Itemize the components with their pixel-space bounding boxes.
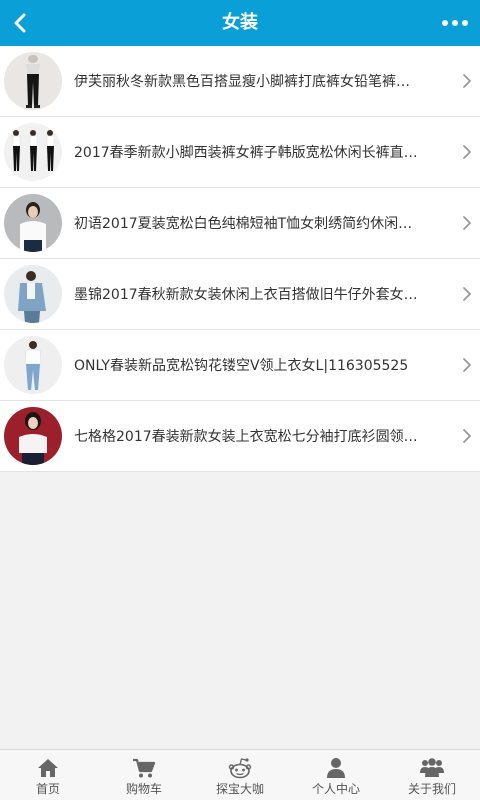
tab-label: 个人中心: [311, 782, 360, 796]
product-item[interactable]: 初语2017夏装宽松白色纯棉短袖T恤女刺绣简约休闲…: [0, 188, 480, 259]
tab-label: 购物车: [125, 782, 162, 796]
product-thumbnail: [4, 265, 62, 323]
product-thumbnail: [4, 194, 62, 252]
product-thumbnail: [4, 407, 62, 465]
chevron-right-icon: [463, 74, 471, 88]
product-title: 2017春季新款小脚西装裤女裤子韩版宽松休闲长裤直…: [74, 145, 418, 161]
header-bar: 女装: [0, 0, 480, 46]
tab-home[interactable]: 首页: [0, 750, 96, 800]
bottom-tab-bar: 首页 购物车 探宝大咖 个人中心 关于我们: [0, 749, 480, 800]
user-icon: [327, 758, 345, 778]
product-title: 墨锦2017春秋新款女装休闲上衣百搭做旧牛仔外套女…: [74, 287, 418, 303]
product-item[interactable]: 2017春季新款小脚西装裤女裤子韩版宽松休闲长裤直…: [0, 117, 480, 188]
back-button[interactable]: [0, 0, 40, 46]
tab-discover[interactable]: 探宝大咖: [192, 750, 288, 800]
product-title: 初语2017夏装宽松白色纯棉短袖T恤女刺绣简约休闲…: [74, 216, 413, 232]
tab-cart[interactable]: 购物车: [96, 750, 192, 800]
group-icon: [420, 758, 444, 777]
chevron-right-icon: [463, 287, 471, 301]
more-dots-icon: [442, 20, 468, 26]
reddit-alien-icon: [228, 758, 252, 779]
product-thumbnail: [4, 123, 62, 181]
tab-about[interactable]: 关于我们: [384, 750, 480, 800]
product-item[interactable]: 墨锦2017春秋新款女装休闲上衣百搭做旧牛仔外套女…: [0, 259, 480, 330]
tab-profile[interactable]: 个人中心: [288, 750, 384, 800]
product-title: ONLY春装新品宽松钩花镂空V领上衣女L|116305525: [74, 358, 409, 374]
page-title: 女装: [222, 12, 258, 33]
product-item[interactable]: 伊芙丽秋冬新款黑色百搭显瘦小脚裤打底裤女铅笔裤…: [0, 46, 480, 117]
product-title: 七格格2017春装新款女装上衣宽松七分袖打底衫圆领…: [74, 429, 418, 445]
chevron-left-icon: [14, 13, 26, 33]
product-thumbnail: [4, 52, 62, 110]
tab-label: 关于我们: [407, 782, 456, 796]
product-thumbnail: [4, 336, 62, 394]
chevron-right-icon: [463, 145, 471, 159]
product-item[interactable]: ONLY春装新品宽松钩花镂空V领上衣女L|116305525: [0, 330, 480, 401]
chevron-right-icon: [463, 216, 471, 230]
chevron-right-icon: [463, 429, 471, 443]
chevron-right-icon: [463, 358, 471, 372]
more-menu-button[interactable]: [430, 0, 480, 46]
cart-icon: [133, 758, 156, 778]
product-list: 伊芙丽秋冬新款黑色百搭显瘦小脚裤打底裤女铅笔裤… 2017春季新款小脚西装裤女裤…: [0, 46, 480, 472]
app-root: 女装 伊芙丽秋冬新款黑色百搭显瘦小脚裤打底裤女铅笔裤… 2017春季新款小脚西装…: [0, 0, 480, 800]
tab-label: 探宝大咖: [215, 782, 264, 796]
home-icon: [38, 759, 58, 777]
tab-label: 首页: [35, 782, 60, 796]
product-title: 伊芙丽秋冬新款黑色百搭显瘦小脚裤打底裤女铅笔裤…: [74, 74, 410, 90]
product-item[interactable]: 七格格2017春装新款女装上衣宽松七分袖打底衫圆领…: [0, 401, 480, 472]
